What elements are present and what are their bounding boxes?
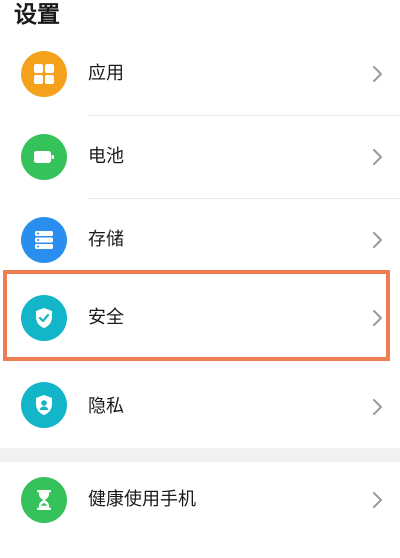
- storage-icon: [21, 217, 67, 263]
- chevron-right-icon: [373, 399, 382, 415]
- chevron-right-icon: [373, 66, 382, 82]
- settings-item-label: 应用: [88, 63, 124, 84]
- settings-item-digital-balance[interactable]: 健康使用手机: [0, 470, 400, 534]
- settings-item-security[interactable]: 安全: [0, 282, 400, 352]
- chevron-right-icon: [373, 492, 382, 508]
- settings-item-label: 安全: [88, 307, 124, 328]
- page-title: 设置: [14, 2, 60, 28]
- settings-item-label: 隐私: [88, 396, 124, 417]
- group-separator: [0, 448, 400, 462]
- chevron-right-icon: [373, 232, 382, 248]
- divider: [88, 115, 400, 116]
- settings-item-apps[interactable]: 应用: [0, 46, 400, 102]
- privacy-shield-icon: [21, 382, 67, 428]
- settings-item-label: 电池: [88, 146, 124, 167]
- battery-icon: [21, 134, 67, 180]
- settings-item-privacy[interactable]: 隐私: [0, 378, 400, 438]
- chevron-right-icon: [373, 310, 382, 326]
- divider: [88, 198, 400, 199]
- settings-item-storage[interactable]: 存储: [0, 212, 400, 270]
- settings-item-label: 存储: [88, 229, 124, 250]
- shield-check-icon: [21, 295, 67, 341]
- chevron-right-icon: [373, 149, 382, 165]
- hourglass-icon: [21, 477, 67, 523]
- apps-grid-icon: [21, 51, 67, 97]
- settings-item-battery[interactable]: 电池: [0, 128, 400, 186]
- settings-item-label: 健康使用手机: [88, 489, 196, 510]
